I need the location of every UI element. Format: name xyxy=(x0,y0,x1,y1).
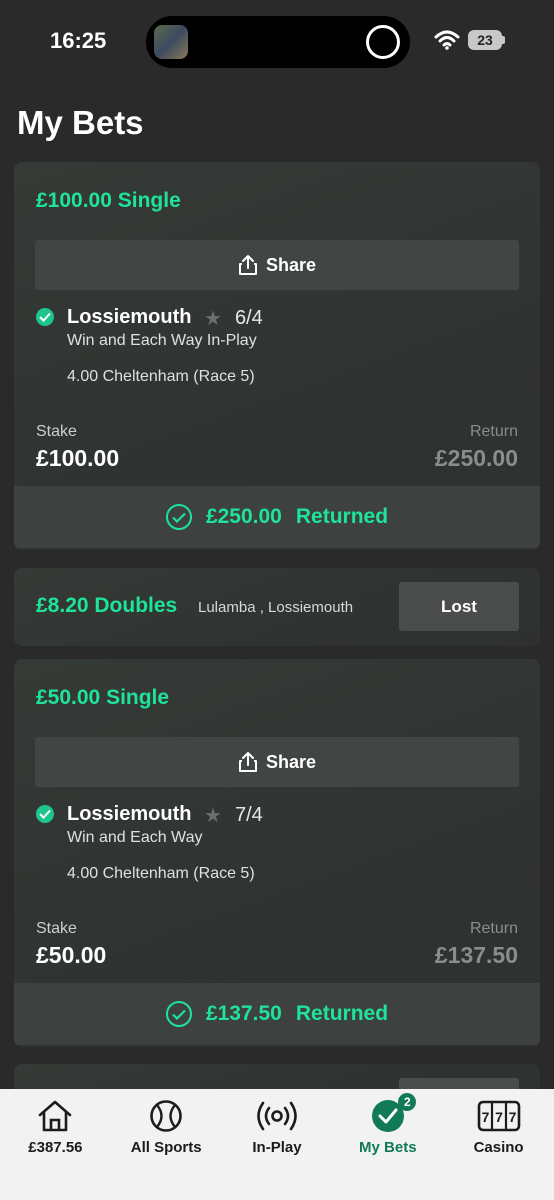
returned-status: £250.00 Returned xyxy=(14,486,540,548)
stake-value: £50.00 xyxy=(36,942,107,968)
selection-market: Win and Each Way xyxy=(67,829,203,846)
selection-market: Win and Each Way In-Play xyxy=(67,332,257,349)
battery-tip xyxy=(502,36,505,44)
bet-card-doubles[interactable]: £8.20 Doubles Lulamba , Lossiemouth Lost xyxy=(14,568,540,646)
stake-label: Stake xyxy=(36,423,77,440)
bet-selections: Lulamba , Lossiemouth xyxy=(198,599,354,616)
home-icon xyxy=(39,1100,72,1132)
share-button[interactable]: Share xyxy=(35,240,519,290)
selection-odds: 6/4 xyxy=(235,307,263,329)
share-icon xyxy=(238,255,257,275)
svg-text:7: 7 xyxy=(495,1109,503,1125)
returned-check-icon xyxy=(165,504,192,530)
bet-title: £8.20 Doubles xyxy=(36,594,178,617)
bet-title: £50.00 Single xyxy=(36,686,170,709)
status-time: 16:25 xyxy=(50,28,107,53)
share-icon xyxy=(238,752,257,772)
share-label: Share xyxy=(265,751,317,772)
race-name: 4.00 Cheltenham (Race 5) xyxy=(67,865,255,882)
battery-indicator: 23 xyxy=(468,30,502,50)
tab-in-play[interactable]: In-Play xyxy=(222,1089,333,1200)
returned-amount: £250.00 xyxy=(205,505,282,528)
win-check-icon xyxy=(36,805,54,823)
wifi-icon xyxy=(434,30,460,50)
selection-name: Lossiemouth xyxy=(67,306,192,328)
slot-machine-icon: 7 7 7 xyxy=(477,1100,520,1132)
tab-all-sports[interactable]: All Sports xyxy=(111,1089,222,1200)
tab-my-bets[interactable]: 2 My Bets xyxy=(332,1089,443,1200)
activity-ring-icon xyxy=(366,25,400,59)
return-value: £137.50 xyxy=(434,942,518,968)
tab-label: In-Play xyxy=(252,1139,302,1156)
bet-title: £100.00 Single xyxy=(36,189,181,212)
returned-label: Returned xyxy=(295,1002,389,1025)
media-thumbnail xyxy=(154,25,188,59)
return-value: £250.00 xyxy=(434,445,518,471)
notification-badge: 2 xyxy=(398,1093,417,1111)
stake-label: Stake xyxy=(36,920,77,937)
dynamic-island xyxy=(146,16,410,68)
returned-check-icon xyxy=(165,1001,192,1027)
tab-home[interactable]: £387.56 xyxy=(0,1089,111,1200)
race-name: 4.00 Cheltenham (Race 5) xyxy=(67,368,255,385)
selection-name: Lossiemouth xyxy=(67,803,192,825)
tab-label: £387.56 xyxy=(28,1139,83,1156)
returned-status: £137.50 Returned xyxy=(14,983,540,1045)
share-button[interactable]: Share xyxy=(35,737,519,787)
page-title: My Bets xyxy=(17,104,144,141)
ball-icon xyxy=(150,1100,182,1132)
star-icon[interactable]: ★ xyxy=(204,803,222,828)
bet-card-single-2: £50.00 Single Share Lossiemouth ★ 7/4 Wi… xyxy=(14,659,540,1047)
svg-text:7: 7 xyxy=(508,1109,516,1125)
tab-label: Casino xyxy=(473,1139,524,1156)
tab-label: My Bets xyxy=(359,1139,417,1156)
share-label: Share xyxy=(265,254,317,275)
svg-text:7: 7 xyxy=(481,1109,489,1125)
status-bar: 16:25 23 xyxy=(0,0,554,84)
lost-status-badge[interactable]: Lost xyxy=(399,582,519,631)
tab-bar: £387.56 All Sports In-Play 2 My Bets 7 7… xyxy=(0,1089,554,1200)
broadcast-icon xyxy=(257,1101,297,1131)
win-check-icon xyxy=(36,308,54,326)
star-icon[interactable]: ★ xyxy=(204,306,222,331)
returned-label: Returned xyxy=(295,505,389,528)
return-label: Return xyxy=(469,423,518,440)
tab-casino[interactable]: 7 7 7 Casino xyxy=(443,1089,554,1200)
tab-label: All Sports xyxy=(130,1139,202,1156)
return-label: Return xyxy=(469,920,518,937)
bet-card-single-1: £100.00 Single Share Lossiemouth ★ 6/4 W… xyxy=(14,162,540,550)
selection-odds: 7/4 xyxy=(235,804,263,826)
returned-amount: £137.50 xyxy=(205,1002,282,1025)
stake-value: £100.00 xyxy=(36,445,120,471)
